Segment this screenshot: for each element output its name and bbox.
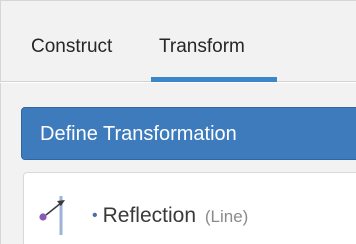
define-transformation-button[interactable]: Define Transformation	[21, 107, 356, 160]
reflection-icon	[39, 196, 65, 235]
tool-qualifier: (Line)	[204, 207, 249, 226]
reflection-tool-label: • Reflection (Line)	[92, 204, 248, 228]
tool-name: Reflection	[102, 204, 196, 227]
active-tab-indicator	[151, 77, 277, 82]
tab-construct[interactable]: Construct	[31, 36, 112, 58]
tab-transform[interactable]: Transform	[159, 36, 245, 58]
tab-bar: Construct Transform	[0, 0, 356, 82]
define-transformation-label: Define Transformation	[40, 123, 237, 145]
bullet-icon: •	[92, 207, 98, 224]
